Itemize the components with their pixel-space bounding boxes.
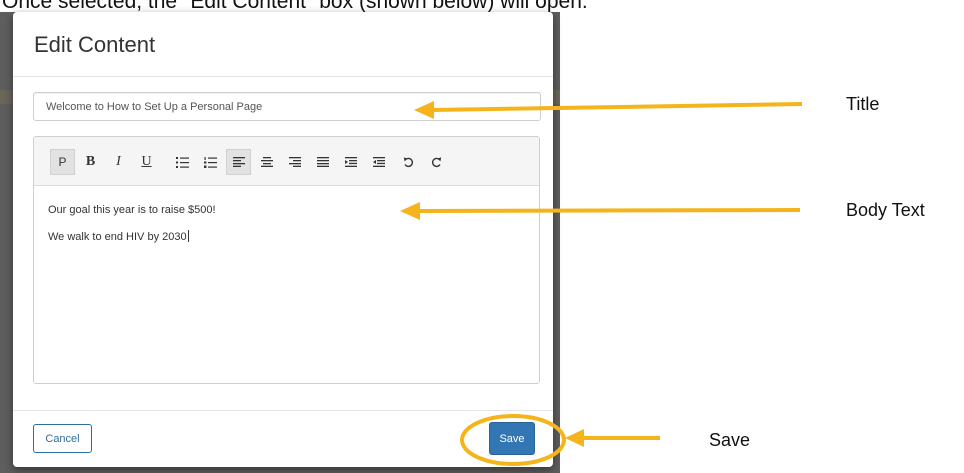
save-arrow-head xyxy=(565,429,584,447)
title-arrow-shaft xyxy=(431,102,803,112)
title-arrow-head xyxy=(414,101,434,119)
save-callout: Save xyxy=(709,430,751,450)
body-arrow-shaft xyxy=(417,208,801,213)
save-highlight-circle xyxy=(460,414,566,466)
annotation-overlay xyxy=(400,101,803,466)
body-text-callout: Body Text xyxy=(846,200,925,220)
body-arrow-head xyxy=(400,202,420,220)
title-callout: Title xyxy=(846,94,880,114)
